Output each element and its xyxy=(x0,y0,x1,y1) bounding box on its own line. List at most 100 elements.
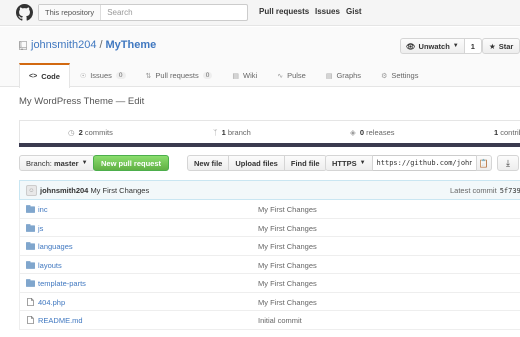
repo-tabs: <> Code ☉ Issues 0 ⇅ Pull requests 0 ▤ W… xyxy=(19,63,428,88)
nav-gist[interactable]: Gist xyxy=(346,7,362,16)
search-box: This repository xyxy=(38,4,248,21)
code-icon: <> xyxy=(29,73,38,80)
file-navigation: Branch: master ▼ New pull request New fi… xyxy=(19,155,520,172)
branch-select-button[interactable]: Branch: master ▼ xyxy=(19,155,95,171)
numbers-summary: ◷ 2 commits ᛉ 1 branch ◈ 0 releases 1 co… xyxy=(19,120,520,144)
commits-label: commits xyxy=(84,128,113,137)
new-pull-request-button[interactable]: New pull request xyxy=(93,155,170,171)
repo-separator: / xyxy=(99,39,103,51)
releases-stat[interactable]: ◈ 0 releases xyxy=(350,128,395,137)
file-commit-message[interactable]: My First Changes xyxy=(258,279,317,288)
issues-count-badge: 0 xyxy=(115,72,126,79)
unwatch-button[interactable]: 👁 Unwatch ▼ xyxy=(400,38,465,54)
file-commit-message[interactable]: My First Changes xyxy=(258,224,317,233)
file-name-link[interactable]: languages xyxy=(38,242,73,251)
branch-count: 1 xyxy=(221,128,226,137)
pull-requests-count-badge: 0 xyxy=(202,72,213,79)
clone-url-group: HTTPS ▼ 📋 xyxy=(325,155,492,171)
pull-request-icon: ⇅ xyxy=(145,72,152,80)
branch-icon: ᛉ xyxy=(213,128,218,137)
tab-wiki-label: Wiki xyxy=(243,71,258,80)
contributors-stat[interactable]: 1 contrib xyxy=(494,128,520,137)
commit-sha-link[interactable]: 5f739 xyxy=(500,187,520,195)
folder-icon xyxy=(26,260,35,269)
tab-pull-requests[interactable]: ⇅ Pull requests 0 xyxy=(136,63,223,87)
releases-count: 0 xyxy=(359,128,365,137)
tab-pulse[interactable]: ∿ Pulse xyxy=(267,63,316,87)
file-commit-message[interactable]: My First Changes xyxy=(258,298,317,307)
commit-author-link[interactable]: johnsmith204 xyxy=(40,186,88,195)
graph-icon: ▤ xyxy=(325,72,333,80)
file-name-link[interactable]: template-parts xyxy=(38,279,86,288)
search-scope-label: This repository xyxy=(39,5,102,20)
caret-down-icon: ▼ xyxy=(359,160,366,166)
file-list: inc My First Changes js My First Changes… xyxy=(19,200,520,330)
upload-files-button[interactable]: Upload files xyxy=(228,155,285,171)
latest-commit-label: Latest commit xyxy=(450,186,497,195)
tab-pull-requests-label: Pull requests xyxy=(155,71,199,80)
eye-icon: 👁 xyxy=(406,41,416,51)
github-logo-icon[interactable] xyxy=(16,4,33,21)
star-label: Star xyxy=(498,41,514,51)
tab-wiki[interactable]: ▤ Wiki xyxy=(222,63,267,87)
branch-stat[interactable]: ᛉ 1 branch xyxy=(213,128,251,137)
download-button[interactable]: ⤓ xyxy=(497,155,519,171)
file-commit-message[interactable]: My First Changes xyxy=(258,261,317,270)
file-name-link[interactable]: 404.php xyxy=(38,298,65,307)
language-bar xyxy=(19,143,520,147)
folder-icon xyxy=(26,279,35,287)
tab-settings-label: Settings xyxy=(391,71,419,80)
repo-description: My WordPress Theme — Edit xyxy=(19,96,145,107)
list-item: js My First Changes xyxy=(19,218,520,237)
commit-info: johnsmith204 My First Changes xyxy=(40,186,149,195)
repo-header: johnsmith204 / MyTheme 👁 Unwatch ▼ 1 ★ S… xyxy=(0,27,520,88)
commits-stat[interactable]: ◷ 2 commits xyxy=(68,128,113,137)
file-commit-message[interactable]: Initial commit xyxy=(258,316,302,325)
star-button[interactable]: ★ Star xyxy=(482,38,520,54)
search-input[interactable] xyxy=(101,5,247,20)
copy-to-clipboard-button[interactable]: 📋 xyxy=(475,155,492,171)
folder-icon xyxy=(26,242,35,250)
file-commit-message[interactable]: My First Changes xyxy=(258,205,317,214)
branch-name: master xyxy=(53,158,79,168)
tab-settings[interactable]: ⚙ Settings xyxy=(371,63,428,87)
file-name-link[interactable]: README.md xyxy=(38,316,83,325)
file-actions-group: New file Upload files Find file xyxy=(187,155,327,171)
file-icon xyxy=(27,297,34,306)
repo-name-link[interactable]: MyTheme xyxy=(106,39,157,51)
watchers-count[interactable]: 1 xyxy=(464,38,482,54)
file-name-link[interactable]: inc xyxy=(38,205,48,214)
list-item: layouts My First Changes xyxy=(19,255,520,274)
file-name-link[interactable]: layouts xyxy=(38,261,62,270)
avatar[interactable]: ☺ xyxy=(26,185,37,196)
repo-title: johnsmith204 / MyTheme xyxy=(19,39,156,51)
list-item: languages My First Changes xyxy=(19,237,520,256)
tab-graphs[interactable]: ▤ Graphs xyxy=(316,63,371,87)
commits-count: 2 xyxy=(78,128,83,137)
unwatch-label: Unwatch xyxy=(418,41,450,51)
book-icon: ▤ xyxy=(232,72,240,80)
tab-issues[interactable]: ☉ Issues 0 xyxy=(70,63,136,87)
file-icon xyxy=(27,316,34,324)
latest-commit-bar: ☺ johnsmith204 My First Changes Latest c… xyxy=(19,180,520,200)
tab-code[interactable]: <> Code xyxy=(19,63,70,88)
commit-message-link[interactable]: My First Changes xyxy=(90,186,149,195)
nav-issues[interactable]: Issues xyxy=(315,7,340,16)
list-item: README.md Initial commit xyxy=(19,311,520,330)
new-file-button[interactable]: New file xyxy=(187,155,230,171)
list-item: inc My First Changes xyxy=(19,200,520,219)
repo-owner-link[interactable]: johnsmith204 xyxy=(31,39,96,51)
clone-url-input[interactable] xyxy=(372,155,477,171)
find-file-button[interactable]: Find file xyxy=(283,155,327,171)
releases-label: releases xyxy=(366,128,395,137)
file-name-link[interactable]: js xyxy=(38,224,43,233)
protocol-select-button[interactable]: HTTPS ▼ xyxy=(325,155,373,171)
folder-icon xyxy=(26,205,35,213)
branch-prefix: Branch: xyxy=(26,158,52,168)
gear-icon: ⚙ xyxy=(381,72,388,80)
file-commit-message[interactable]: My First Changes xyxy=(258,242,317,251)
caret-down-icon: ▼ xyxy=(452,43,459,49)
clipboard-icon: 📋 xyxy=(478,158,489,168)
nav-pull-requests[interactable]: Pull requests xyxy=(259,7,309,16)
contributors-label: contrib xyxy=(500,128,520,137)
